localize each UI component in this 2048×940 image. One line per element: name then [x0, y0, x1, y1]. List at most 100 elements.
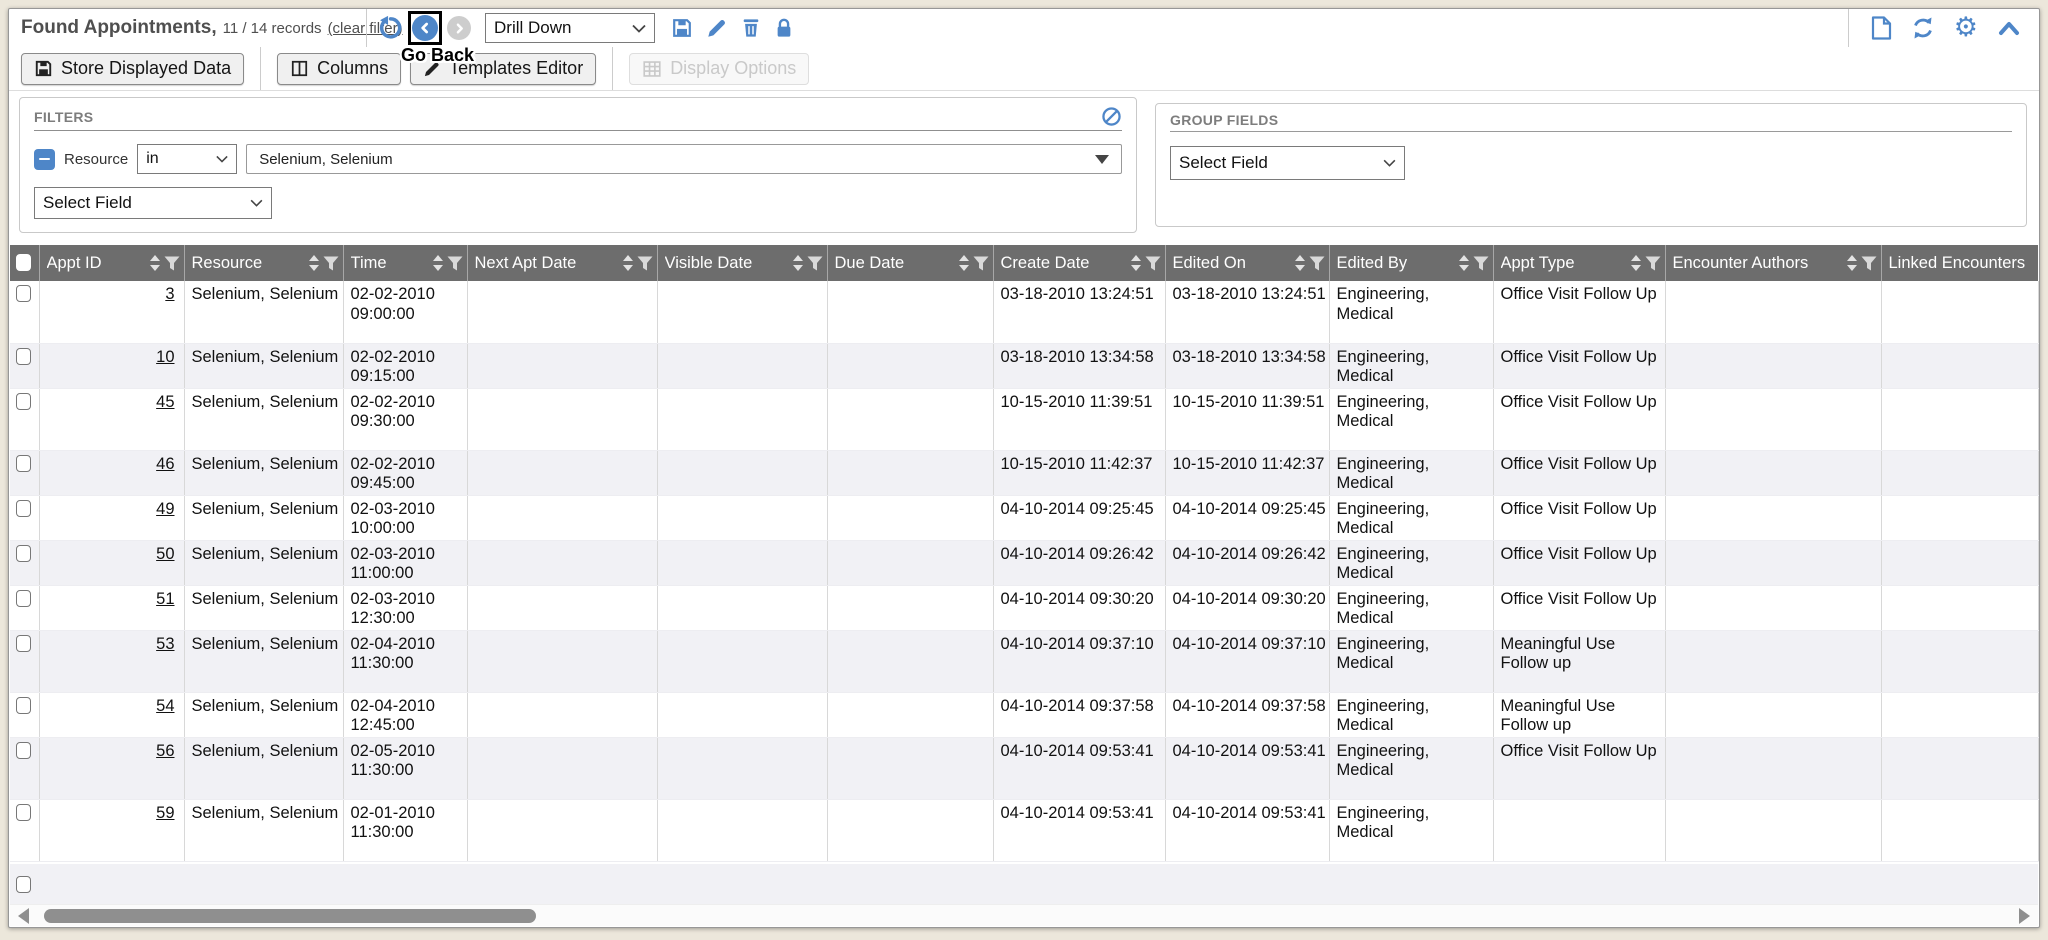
column-header-create_date[interactable]: Create Date [993, 245, 1165, 281]
filter-funnel-icon[interactable] [1473, 256, 1489, 271]
sort-icon[interactable] [1130, 255, 1142, 271]
sort-icon[interactable] [308, 255, 320, 271]
filter-funnel-icon[interactable] [323, 256, 339, 271]
column-header-time[interactable]: Time [343, 245, 467, 281]
filter-funnel-icon[interactable] [637, 256, 653, 271]
appt-id-link[interactable]: 51 [156, 590, 174, 608]
cell-create-date: 04-10-2014 09:37:10 [993, 630, 1165, 692]
table-header-row: Appt IDResourceTimeNext Apt DateVisible … [10, 245, 2038, 281]
columns-button[interactable]: Columns [277, 53, 401, 85]
column-header-due_date[interactable]: Due Date [827, 245, 993, 281]
column-header-linked_encounters[interactable]: Linked Encounters [1881, 245, 2038, 281]
collapse-button[interactable] [1997, 19, 2021, 37]
cell-time: 02-04-2010 12:45:00 [343, 692, 467, 737]
row-checkbox[interactable] [16, 590, 31, 607]
select-all-header[interactable] [10, 245, 39, 281]
filter-funnel-icon[interactable] [807, 256, 823, 271]
row-checkbox[interactable] [16, 635, 31, 652]
column-header-resource[interactable]: Resource [184, 245, 343, 281]
scroll-right-arrow[interactable] [2019, 908, 2030, 924]
go-forward-button[interactable] [447, 16, 471, 40]
cell-resource: Selenium, Selenium [184, 737, 343, 799]
sort-icon[interactable] [149, 255, 161, 271]
cell-visible-date [657, 692, 827, 737]
sort-icon[interactable] [1846, 255, 1858, 271]
cell-create-date: 04-10-2014 09:26:42 [993, 540, 1165, 585]
appt-id-link[interactable]: 53 [156, 635, 174, 653]
appt-id-link[interactable]: 50 [156, 545, 174, 563]
lock-view-button[interactable] [774, 17, 794, 39]
row-checkbox[interactable] [16, 804, 31, 821]
delete-view-button[interactable] [741, 17, 761, 39]
row-checkbox[interactable] [16, 285, 31, 302]
filter-funnel-icon[interactable] [1861, 256, 1877, 271]
store-displayed-data-button[interactable]: Store Displayed Data [21, 53, 244, 85]
sort-icon[interactable] [1458, 255, 1470, 271]
refresh-button[interactable] [1911, 16, 1935, 40]
sort-icon[interactable] [622, 255, 634, 271]
row-checkbox[interactable] [16, 876, 31, 893]
go-back-button[interactable] [412, 15, 438, 41]
appt-id-link[interactable]: 56 [156, 742, 174, 760]
row-checkbox[interactable] [16, 545, 31, 562]
cell-create-date: 04-10-2014 09:53:41 [993, 799, 1165, 861]
filter-value-combobox[interactable]: Selenium, Selenium [246, 144, 1122, 174]
column-header-edited_on[interactable]: Edited On [1165, 245, 1329, 281]
cell-encounter-authors [1665, 450, 1881, 495]
filter-operator-select[interactable]: in [137, 144, 237, 174]
appt-id-link[interactable]: 3 [165, 285, 174, 303]
cell-appt-id: 45 [39, 388, 184, 450]
appt-id-link[interactable]: 10 [156, 348, 174, 366]
appt-id-link[interactable]: 46 [156, 455, 174, 473]
select-all-checkbox[interactable] [16, 254, 31, 271]
appt-id-link[interactable]: 59 [156, 804, 174, 822]
appt-id-link[interactable]: 49 [156, 500, 174, 518]
group-field-select[interactable]: Select Field [1170, 146, 1405, 180]
display-options-button[interactable]: Display Options [629, 53, 809, 85]
appt-id-link[interactable]: 54 [156, 697, 174, 715]
cell-next-apt-date [467, 585, 657, 630]
cell-linked-encounters [1881, 692, 2038, 737]
filter-funnel-icon[interactable] [1309, 256, 1325, 271]
row-checkbox[interactable] [16, 393, 31, 410]
column-header-encounter_authors[interactable]: Encounter Authors [1665, 245, 1881, 281]
column-header-appt_type[interactable]: Appt Type [1493, 245, 1665, 281]
scroll-left-arrow[interactable] [18, 908, 29, 924]
column-header-edited_by[interactable]: Edited By [1329, 245, 1493, 281]
settings-button[interactable]: ⚙ [1954, 17, 1978, 39]
column-header-next_apt_date[interactable]: Next Apt Date [467, 245, 657, 281]
column-header-appt_id[interactable]: Appt ID [39, 245, 184, 281]
row-checkbox[interactable] [16, 742, 31, 759]
sort-icon[interactable] [1294, 255, 1306, 271]
row-checkbox[interactable] [16, 455, 31, 472]
sort-icon[interactable] [792, 255, 804, 271]
go-back-tooltip: Go Back [401, 45, 474, 66]
sort-icon[interactable] [958, 255, 970, 271]
table-row: 50Selenium, Selenium02-03-2010 11:00:000… [10, 540, 2038, 585]
save-view-button[interactable] [671, 17, 693, 39]
cell-visible-date [657, 540, 827, 585]
add-filter-field-select[interactable]: Select Field [34, 187, 272, 219]
row-checkbox[interactable] [16, 697, 31, 714]
new-document-button[interactable] [1871, 16, 1892, 40]
scrollbar-thumb[interactable] [44, 909, 536, 923]
row-checkbox[interactable] [16, 500, 31, 517]
edit-view-button[interactable] [706, 17, 728, 39]
appt-id-link[interactable]: 45 [156, 393, 174, 411]
sort-icon[interactable] [432, 255, 444, 271]
filter-funnel-icon[interactable] [164, 256, 180, 271]
drill-down-select[interactable]: Drill Down [485, 13, 655, 43]
row-checkbox[interactable] [16, 348, 31, 365]
cell-resource: Selenium, Selenium [184, 630, 343, 692]
column-header-visible_date[interactable]: Visible Date [657, 245, 827, 281]
new-document-icon [1871, 16, 1892, 40]
clear-filters-button[interactable] [1101, 106, 1122, 127]
filter-funnel-icon[interactable] [447, 256, 463, 271]
remove-filter-button[interactable] [34, 149, 55, 170]
sort-icon[interactable] [1630, 255, 1642, 271]
cell-select [10, 281, 39, 343]
filter-funnel-icon[interactable] [1145, 256, 1161, 271]
undo-button[interactable] [377, 15, 403, 41]
filter-funnel-icon[interactable] [973, 256, 989, 271]
filter-funnel-icon[interactable] [1645, 256, 1661, 271]
